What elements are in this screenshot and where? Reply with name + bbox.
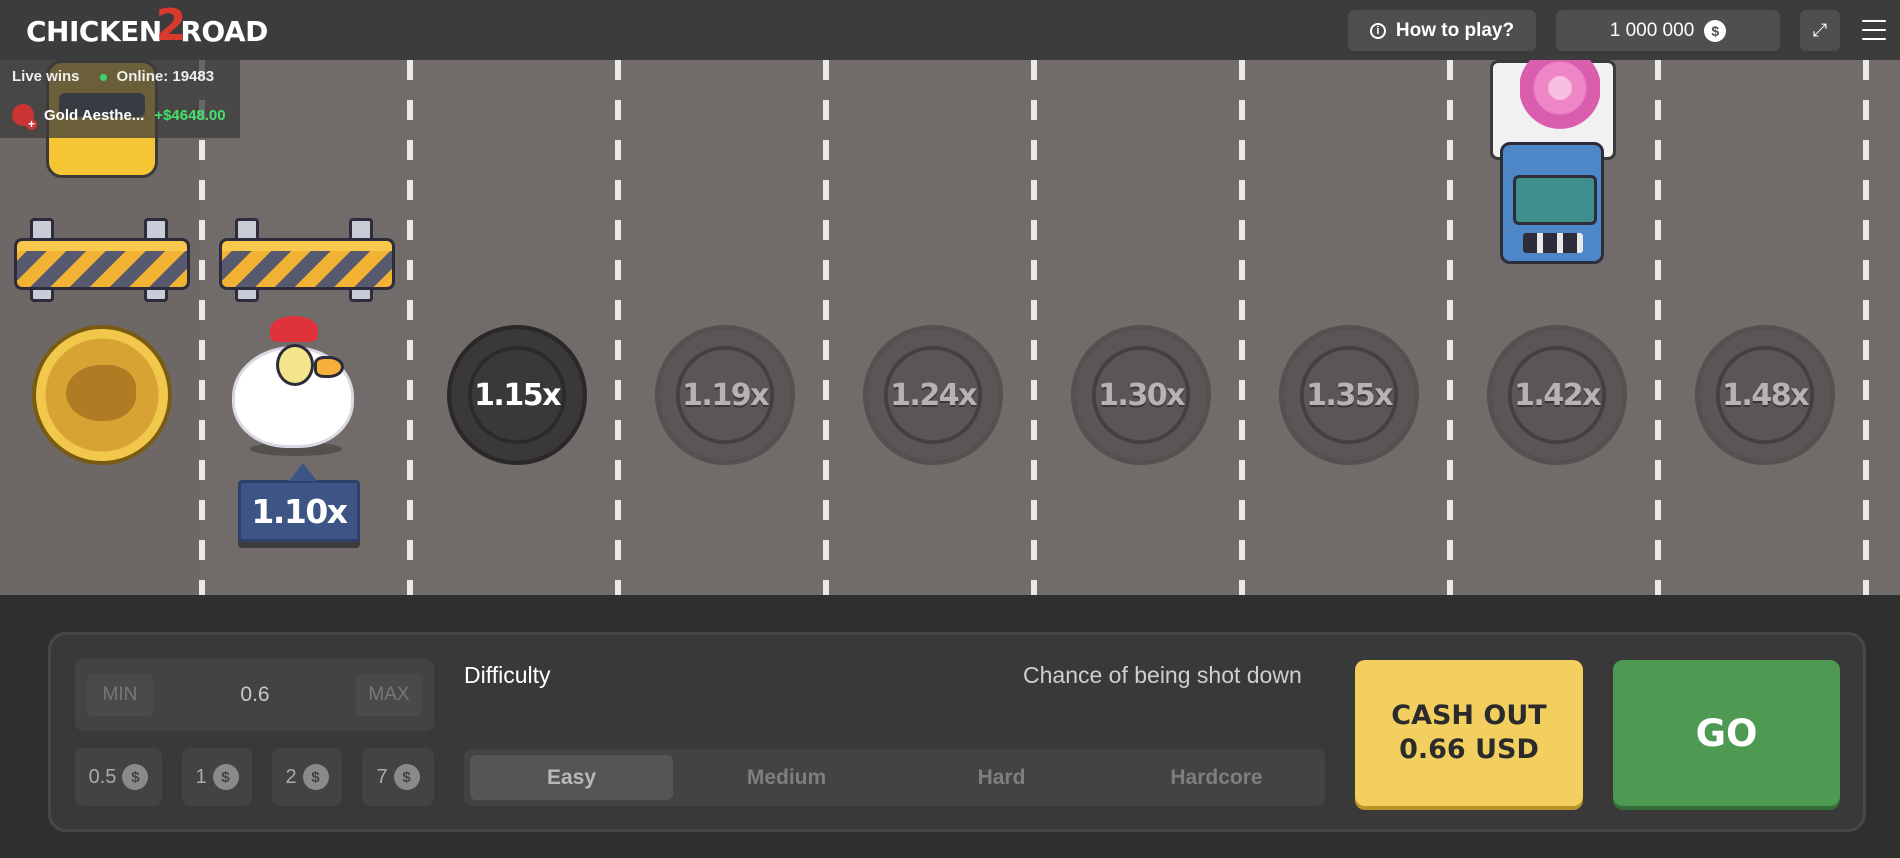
dollar-icon: $: [1704, 19, 1727, 42]
winner-amount: +$4648.00: [154, 106, 226, 124]
difficulty-medium[interactable]: Medium: [685, 755, 888, 800]
live-wins-header: Live wins Online: 19483: [12, 68, 214, 85]
roast-chicken-coin-icon: [32, 325, 172, 465]
cash-out-amount: 0.66 USD: [1399, 734, 1539, 765]
game-app: 1.10x 1.15x 1.19x 1.24x 1.30x 1.35x 1.42…: [0, 0, 1900, 858]
balance-display[interactable]: 1 000 000 $: [1556, 10, 1780, 51]
difficulty-hardcore[interactable]: Hardcore: [1115, 755, 1318, 800]
winner-name: Gold Aesthe...: [44, 106, 145, 124]
logo-number: 2: [155, 0, 187, 51]
lane-multiplier: 1.35x: [1306, 377, 1393, 413]
lane-multiplier: 1.42x: [1514, 377, 1601, 413]
lane-divider: [1031, 60, 1037, 595]
current-multiplier-tag: 1.10x: [238, 463, 360, 542]
lane-divider: [199, 60, 205, 595]
live-wins-panel: Live wins Online: 19483 Gold Aesthe... +…: [0, 60, 240, 138]
chicken-beak: [314, 356, 344, 378]
max-bet-button[interactable]: MAX: [356, 674, 422, 716]
menu-line: [1862, 38, 1886, 40]
cash-out-label: CASH OUT: [1391, 700, 1547, 731]
difficulty-selector: Easy Medium Hard Hardcore: [464, 749, 1325, 806]
difficulty-easy[interactable]: Easy: [470, 755, 673, 800]
lane-multiplier-coin: 1.30x: [1071, 325, 1211, 465]
lane-multiplier: 1.30x: [1098, 377, 1185, 413]
game-logo: CHICKEN 2 ROAD: [26, 0, 268, 54]
logo-word-road: ROAD: [180, 14, 268, 48]
lane-divider: [823, 60, 829, 595]
lane-multiplier-coin: 1.48x: [1695, 325, 1835, 465]
barrier-plank: [14, 238, 190, 290]
dollar-icon: $: [212, 764, 239, 790]
lane-multiplier: 1.19x: [682, 377, 769, 413]
lane-divider: [1655, 60, 1661, 595]
how-to-play-label: How to play?: [1395, 19, 1515, 41]
dollar-icon: $: [122, 764, 149, 790]
dollar-icon: $: [302, 764, 329, 790]
chip-value: 7: [376, 765, 388, 788]
live-wins-label: Live wins: [12, 68, 80, 85]
chip-value: 0.5: [88, 765, 117, 788]
bet-amount-input[interactable]: 0.6: [195, 674, 315, 716]
truck-cab: [1500, 142, 1604, 264]
quick-bet-chip[interactable]: 1 $: [182, 748, 252, 806]
fullscreen-button[interactable]: ⤢: [1800, 10, 1840, 51]
menu-button[interactable]: [1862, 20, 1886, 40]
online-dot-icon: [99, 74, 107, 81]
lane-divider: [615, 60, 621, 595]
top-bar: CHICKEN 2 ROAD i How to play? 1 000 000 …: [0, 0, 1900, 60]
lane-divider: [407, 60, 413, 595]
lane-multiplier-coin: 1.35x: [1279, 325, 1419, 465]
fullscreen-icon: ⤢: [1812, 20, 1828, 40]
ice-cream-truck: [1490, 60, 1620, 266]
lane-multiplier-coin[interactable]: 1.15x: [447, 325, 587, 465]
balance-amount: 1 000 000: [1609, 19, 1695, 41]
ice-cream-icon: [1520, 60, 1600, 130]
quick-bet-chip[interactable]: 2 $: [272, 748, 342, 806]
difficulty-label: Difficulty: [464, 662, 551, 688]
lane-multiplier: 1.24x: [890, 377, 977, 413]
go-label: GO: [1695, 711, 1758, 755]
menu-line: [1862, 29, 1886, 31]
lane-multiplier-coin: 1.19x: [655, 325, 795, 465]
road-barrier: [219, 218, 395, 308]
chip-value: 1: [195, 765, 207, 788]
how-to-play-button[interactable]: i How to play?: [1348, 10, 1536, 51]
chip-value: 2: [285, 765, 297, 788]
difficulty-hard[interactable]: Hard: [900, 755, 1103, 800]
road-barrier: [14, 218, 190, 308]
lane-multiplier-coin: 1.24x: [863, 325, 1003, 465]
online-text: Online: 19483: [116, 68, 215, 85]
go-button[interactable]: GO: [1613, 660, 1840, 806]
dollar-icon: $: [393, 764, 420, 790]
chicken-eye: [276, 344, 314, 386]
cash-out-button[interactable]: CASH OUT 0.66 USD: [1355, 660, 1583, 806]
lane-divider: [1239, 60, 1245, 595]
chance-label: Chance of being shot down: [1023, 662, 1302, 688]
lane-multiplier: 1.48x: [1722, 377, 1809, 413]
chicken-player: [226, 316, 366, 456]
quick-bet-chip[interactable]: 7 $: [362, 748, 434, 806]
live-win-row: Gold Aesthe... +$4648.00: [12, 104, 226, 130]
barrier-plank: [219, 238, 395, 290]
info-icon: i: [1369, 22, 1386, 39]
logo-word-chicken: CHICKEN: [26, 14, 162, 48]
lane-multiplier: 1.15x: [474, 377, 561, 413]
online-count: Online: 19483: [99, 68, 215, 85]
lane-multiplier-coin: 1.42x: [1487, 325, 1627, 465]
chicken-comb: [270, 316, 318, 342]
min-bet-button[interactable]: MIN: [87, 674, 153, 716]
lane-divider: [1863, 60, 1869, 595]
current-multiplier: 1.10x: [251, 491, 348, 531]
lane-divider: [1447, 60, 1453, 595]
bet-amount-box: MIN 0.6 MAX: [75, 659, 434, 731]
menu-line: [1862, 20, 1886, 22]
avatar: [12, 104, 37, 130]
quick-bet-chip[interactable]: 0.5 $: [75, 748, 162, 806]
